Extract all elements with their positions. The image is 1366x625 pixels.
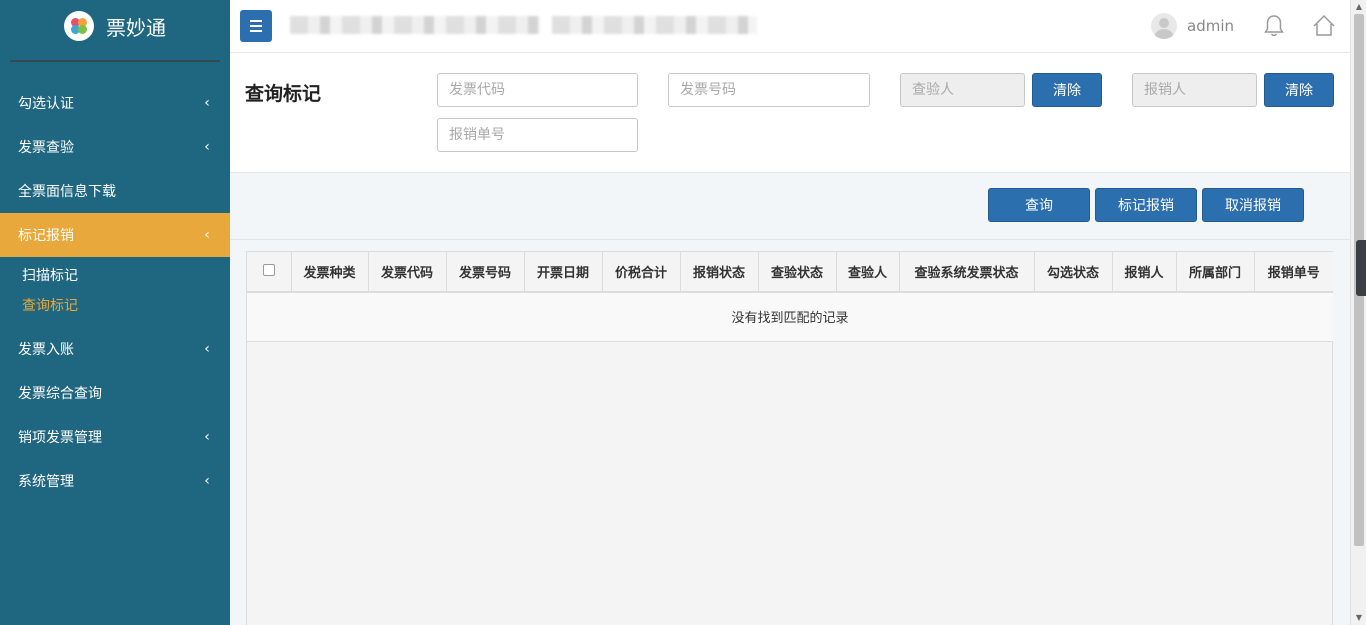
- column-header[interactable]: 开票日期: [524, 252, 603, 293]
- sidebar-menu: 勾选认证 ‹ 发票查验 ‹ 全票面信息下载 标记报销 ‹ 扫描标记 查询标记 发…: [0, 81, 230, 503]
- select-all-checkbox[interactable]: [262, 263, 275, 276]
- username: admin: [1187, 17, 1234, 35]
- column-header[interactable]: 查验系统发票状态: [899, 252, 1035, 293]
- user-avatar-icon: [1151, 13, 1177, 39]
- scroll-up-icon[interactable]: ▲: [1351, 0, 1366, 14]
- sidebar-item-label: 标记报销: [18, 228, 74, 244]
- sidebar-item-label: 系统管理: [18, 474, 74, 490]
- column-header[interactable]: 报销状态: [680, 252, 759, 293]
- sidebar-subitem-scan-mark[interactable]: 扫描标记: [0, 261, 230, 291]
- brand[interactable]: 票妙通: [0, 0, 230, 52]
- chevron-left-icon: ‹: [204, 95, 210, 111]
- column-header[interactable]: 发票种类: [291, 252, 369, 293]
- header: admin: [230, 0, 1350, 53]
- user-menu[interactable]: admin: [1151, 13, 1234, 39]
- page-scrollbar[interactable]: ▲ ▼: [1350, 0, 1366, 625]
- clear-inspector-button[interactable]: 清除: [1032, 73, 1102, 107]
- column-header[interactable]: 报销单号: [1254, 252, 1333, 293]
- clear-reimburser-button[interactable]: 清除: [1264, 73, 1334, 107]
- sidebar-item-invoice-verify[interactable]: 发票查验 ‹: [0, 125, 230, 169]
- menu-icon[interactable]: [240, 10, 272, 42]
- divider: [230, 239, 1350, 240]
- home-icon[interactable]: [1310, 12, 1338, 40]
- brand-name: 票妙通: [106, 15, 166, 40]
- column-header[interactable]: 发票代码: [368, 252, 447, 293]
- chevron-left-icon: ‹: [204, 429, 210, 445]
- reimburse-number-input[interactable]: [437, 118, 638, 152]
- bell-icon[interactable]: [1260, 12, 1288, 40]
- sidebar-item-label: 全票面信息下载: [18, 184, 116, 200]
- column-header[interactable]: 报销人: [1112, 252, 1177, 293]
- results-table: 发票种类 发票代码 发票号码 开票日期 价税合计 报销状态 查验状态 查验人 查…: [246, 251, 1333, 625]
- redacted-text: [552, 16, 757, 34]
- sidebar-item-invoice-entry[interactable]: 发票入账 ‹: [0, 327, 230, 371]
- main-content: 查询 标记报销 取消报销 发票种类 发票代码 发票号码 开票日期 价税合计 报销…: [230, 173, 1350, 625]
- query-button[interactable]: 查询: [988, 188, 1090, 222]
- table-header-row: 发票种类 发票代码 发票号码 开票日期 价税合计 报销状态 查验状态 查验人 查…: [247, 252, 1333, 293]
- sidebar: 票妙通 勾选认证 ‹ 发票查验 ‹ 全票面信息下载 标记报销 ‹ 扫描标记 查询…: [0, 0, 230, 625]
- column-header[interactable]: 价税合计: [602, 252, 681, 293]
- empty-message: 没有找到匹配的记录: [247, 292, 1333, 342]
- submenu-mark-reimburse: 扫描标记 查询标记: [0, 257, 230, 327]
- scroll-down-icon[interactable]: ▼: [1351, 611, 1366, 625]
- chevron-left-icon: ‹: [204, 227, 210, 243]
- sidebar-item-invoice-search[interactable]: 发票综合查询: [0, 371, 230, 415]
- sidebar-item-label: 勾选认证: [18, 96, 74, 112]
- reimburser-input[interactable]: [1132, 73, 1257, 107]
- column-header[interactable]: 所属部门: [1176, 252, 1255, 293]
- inspector-input[interactable]: [900, 73, 1025, 107]
- mark-reimburse-button[interactable]: 标记报销: [1095, 188, 1197, 222]
- sidebar-item-label: 发票查验: [18, 140, 74, 156]
- chevron-left-icon: ‹: [204, 473, 210, 489]
- chevron-left-icon: ‹: [204, 341, 210, 357]
- sidebar-item-label: 发票入账: [18, 342, 74, 358]
- column-header[interactable]: 查验人: [836, 252, 900, 293]
- sidebar-item-mark-reimburse[interactable]: 标记报销 ‹: [0, 213, 230, 257]
- sidebar-item-label: 发票综合查询: [18, 386, 102, 402]
- column-header[interactable]: 查验状态: [758, 252, 837, 293]
- divider: [10, 60, 220, 62]
- filter-panel: 查询标记 清除 清除: [230, 53, 1350, 173]
- invoice-number-input[interactable]: [668, 73, 870, 107]
- page-title: 查询标记: [245, 83, 322, 105]
- redacted-text: [290, 16, 540, 34]
- select-all-cell: [247, 252, 292, 293]
- column-header[interactable]: 勾选状态: [1034, 252, 1113, 293]
- sidebar-item-system-admin[interactable]: 系统管理 ‹: [0, 459, 230, 503]
- chevron-left-icon: ‹: [204, 139, 210, 155]
- cancel-reimburse-button[interactable]: 取消报销: [1202, 188, 1304, 222]
- sidebar-subitem-query-mark[interactable]: 查询标记: [0, 291, 230, 321]
- invoice-code-input[interactable]: [437, 73, 638, 107]
- sidebar-item-label: 销项发票管理: [18, 430, 102, 446]
- logo-icon: [64, 11, 94, 41]
- sidebar-item-output-invoice[interactable]: 销项发票管理 ‹: [0, 415, 230, 459]
- column-header[interactable]: 发票号码: [446, 252, 525, 293]
- side-panel-tab[interactable]: [1356, 240, 1366, 296]
- sidebar-item-check-certify[interactable]: 勾选认证 ‹: [0, 81, 230, 125]
- table-row: 没有找到匹配的记录: [247, 292, 1333, 342]
- sidebar-item-full-download[interactable]: 全票面信息下载: [0, 169, 230, 213]
